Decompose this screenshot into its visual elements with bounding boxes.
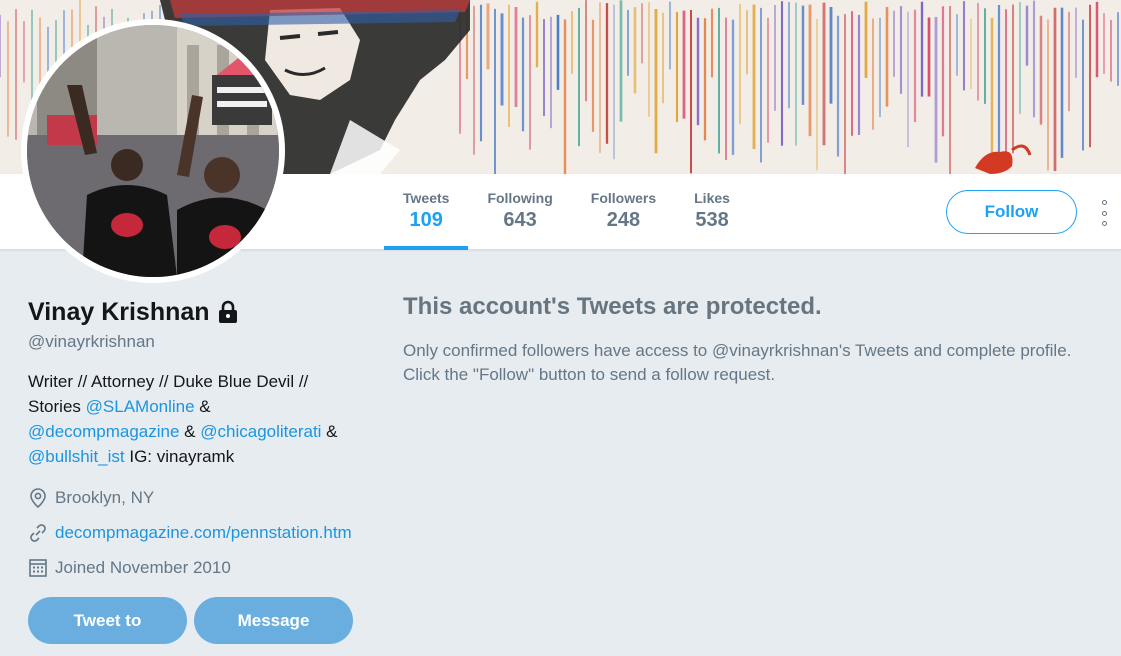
stat-label: Tweets [403,190,450,206]
profile-name: Vinay Krishnan [28,298,210,326]
joined-text: Joined November 2010 [55,558,231,577]
message-button[interactable]: Message [194,597,353,644]
stat-value: 538 [695,209,729,231]
website-link[interactable]: decompmagazine.com/pennstation.htm [55,522,352,544]
location-text: Brooklyn, NY [55,488,155,507]
stat-following[interactable]: Following 643 [468,174,571,249]
bio-text: Writer // Attorney // Duke Blue Devil // [28,372,309,391]
stat-value: 248 [606,209,641,231]
bio-text: & [321,422,338,441]
bio-text: & [194,397,211,416]
avatar-photo [27,25,279,277]
profile-location: Brooklyn, NY [28,487,154,509]
profile-stats: Tweets 109 Following 643 Followers 248 L… [384,174,749,250]
stat-tweets[interactable]: Tweets 109 [384,174,469,250]
stat-label: Followers [590,190,657,206]
mention-link[interactable]: @chicagoliterati [200,422,321,441]
stat-value: 643 [503,209,537,231]
location-pin-icon [30,488,46,509]
profile-website: decompmagazine.com/pennstation.htm [28,522,352,544]
profile-handle: @vinayrkrishnan [28,332,155,351]
calendar-icon [29,559,47,577]
lock-icon [217,300,239,324]
profile-joined: Joined November 2010 [28,557,231,579]
mention-link[interactable]: @bullshit_ist [28,447,125,466]
stat-followers[interactable]: Followers 248 [572,174,675,249]
bio-text: & [179,422,201,441]
dot [1101,210,1107,216]
mention-link[interactable]: @SLAMonline [86,397,195,416]
stat-label: Following [487,190,553,206]
more-dots-icon[interactable] [1094,200,1114,226]
dot [1101,200,1107,205]
follow-button[interactable]: Follow [946,190,1077,234]
protected-line: Only confirmed followers have access to … [403,341,1072,360]
bio-text: Stories [28,397,86,416]
stat-likes[interactable]: Likes 538 [675,174,749,249]
bio-text: IG: vinayramk [124,447,235,466]
protected-line: Click the "Follow" button to send a foll… [403,365,776,384]
profile-name-row: Vinay Krishnan [28,296,239,328]
avatar[interactable] [21,19,285,283]
profile-bio: Writer // Attorney // Duke Blue Devil //… [28,369,368,469]
link-icon [30,524,46,542]
mention-link[interactable]: @decompmagazine [28,422,179,441]
protected-title: This account's Tweets are protected. [403,293,822,320]
stat-label: Likes [694,190,730,206]
stat-value: 109 [409,209,443,231]
tweet-to-button[interactable]: Tweet to [28,597,187,644]
protected-description: Only confirmed followers have access to … [403,339,1103,387]
dot [1101,221,1107,226]
